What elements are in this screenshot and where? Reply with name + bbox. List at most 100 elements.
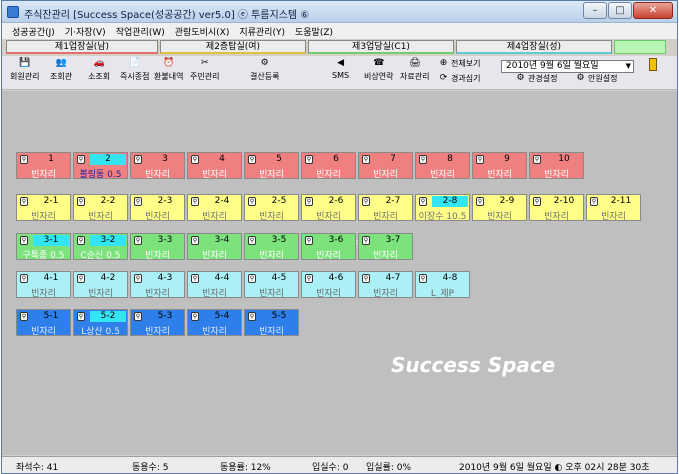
seat-card[interactable]: ⚲ 4-6 빈자리 bbox=[301, 271, 356, 299]
seat-number: 2 bbox=[90, 154, 126, 165]
seat-status: 빈자리 bbox=[259, 212, 284, 222]
seat-card[interactable]: ⚲ 1 빈자리 bbox=[16, 152, 71, 180]
seat-number: 3-2 bbox=[90, 235, 126, 246]
seat-card[interactable]: ⚲ 3-6 빈자리 bbox=[301, 233, 356, 261]
seat-card[interactable]: ⚲ 3-7 빈자리 bbox=[358, 233, 413, 261]
seat-card[interactable]: ⚲ 5-3 빈자리 bbox=[130, 309, 185, 337]
seat-card[interactable]: ⚲ 2-6 빈자리 bbox=[301, 194, 356, 222]
toolbar-button-8[interactable]: ☎ 비상연락 bbox=[364, 58, 393, 82]
seat-card[interactable]: ⚲ 5-4 빈자리 bbox=[187, 309, 242, 337]
seat-status: 빈자리 bbox=[31, 170, 56, 180]
seat-card[interactable]: ⚲ 3-2 C순신 0.5 bbox=[73, 233, 128, 261]
seat-card[interactable]: ⚲ 7 빈자리 bbox=[358, 152, 413, 180]
menu-item-view[interactable]: 관람도비시(X) bbox=[175, 25, 230, 38]
seat-status: 빈자리 bbox=[373, 251, 398, 261]
tab-room-2[interactable]: 제2층탑실(여) bbox=[160, 40, 306, 54]
toolbar-button-11[interactable]: ⟳ 경과심기 bbox=[438, 73, 481, 84]
seat-card[interactable]: ⚲ 3-3 빈자리 bbox=[130, 233, 185, 261]
tab-room-5[interactable] bbox=[614, 40, 666, 54]
toolbar-button-13[interactable]: ⚙ 안원설정 bbox=[575, 73, 617, 84]
seat-card[interactable]: ⚲ 2-7 빈자리 bbox=[358, 194, 413, 222]
seat-card[interactable]: ⚲ 4-1 빈자리 bbox=[16, 271, 71, 299]
seat-number: 5-3 bbox=[157, 311, 173, 321]
toolbar-button-6[interactable]: ⚙ 결산등록 bbox=[250, 58, 279, 82]
seat-card[interactable]: ⚲ 5-1 빈자리 bbox=[16, 309, 71, 337]
menu-item-success-space[interactable]: 성공공간(J) bbox=[12, 25, 55, 38]
menu-item-work[interactable]: 작업관리(W) bbox=[116, 25, 165, 38]
seat-card[interactable]: ⚲ 4-3 빈자리 bbox=[130, 271, 185, 299]
seat-card[interactable]: ⚲ 4-8 L_제P bbox=[415, 271, 470, 299]
toolbar-button-7[interactable]: ◀ SMS bbox=[332, 58, 349, 80]
seat-card[interactable]: ⚲ 4-2 빈자리 bbox=[73, 271, 128, 299]
seat-card[interactable]: ⚲ 4-7 빈자리 bbox=[358, 271, 413, 299]
seat-card[interactable]: ⚲ 3-4 빈자리 bbox=[187, 233, 242, 261]
toolbar-button-4[interactable]: ⏰ 환불내역 bbox=[154, 58, 183, 82]
seat-icon: ⚲ bbox=[419, 155, 427, 164]
close-button[interactable]: ✕ bbox=[633, 2, 673, 19]
seat-card[interactable]: ⚲ 2-4 빈자리 bbox=[187, 194, 242, 222]
seat-icon: ⚲ bbox=[77, 155, 85, 164]
seat-card[interactable]: ⚲ 3-5 빈자리 bbox=[244, 233, 299, 261]
exit-flag-icon[interactable] bbox=[649, 58, 657, 71]
menu-item-basics[interactable]: 기·자장(V) bbox=[65, 25, 106, 38]
seat-card[interactable]: ⚲ 9 빈자리 bbox=[472, 152, 527, 180]
menu-item-data[interactable]: 지류관리(Y) bbox=[239, 25, 285, 38]
seat-card[interactable]: ⚲ 2-10 빈자리 bbox=[529, 194, 584, 222]
title-bar[interactable]: 주식잔관리 [Success Space(성공공간) ver5.0] ⓔ 투름지… bbox=[2, 1, 677, 23]
seat-card[interactable]: ⚲ 2-5 빈자리 bbox=[244, 194, 299, 222]
toolbar-button-2[interactable]: 🚗 소조회 bbox=[88, 58, 110, 82]
toolbar-label: 주민관리 bbox=[190, 72, 220, 81]
tab-room-3[interactable]: 제3업당실(C1) bbox=[308, 40, 454, 54]
seat-card[interactable]: ⚲ 6 빈자리 bbox=[301, 152, 356, 180]
seat-status: 빈자리 bbox=[31, 289, 56, 299]
seat-card[interactable]: ⚲ 2 볼링동 0.5 bbox=[73, 152, 128, 180]
seat-icon: ⚲ bbox=[77, 236, 85, 245]
date-select[interactable]: 2010년 9월 6일 월요일 ▼ bbox=[501, 60, 634, 73]
status-bar: 좌석수: 41 동용수: 5 동용률: 12% 입실수: 0 입실률: 0% 2… bbox=[2, 456, 677, 473]
seat-card[interactable]: ⚲ 2-2 빈자리 bbox=[73, 194, 128, 222]
seat-card[interactable]: ⚲ 5-2 L상산 0.5 bbox=[73, 309, 128, 337]
seat-icon: ⚲ bbox=[20, 197, 28, 206]
seat-card[interactable]: ⚲ 10 빈자리 bbox=[529, 152, 584, 180]
seat-number: 5-2 bbox=[90, 311, 126, 322]
seat-card[interactable]: ⚲ 2-9 빈자리 bbox=[472, 194, 527, 222]
seat-card[interactable]: ⚲ 4 빈자리 bbox=[187, 152, 242, 180]
toolbar-button-1[interactable]: 👥 조회관 bbox=[50, 58, 72, 82]
seat-card[interactable]: ⚲ 8 빈자리 bbox=[415, 152, 470, 180]
seat-status: 빈자리 bbox=[145, 289, 170, 299]
toolbar-button-9[interactable]: 🖨 자료관리 bbox=[400, 58, 429, 82]
seat-status: 빈자리 bbox=[316, 251, 341, 261]
maximize-button[interactable]: □ bbox=[608, 2, 632, 19]
seat-number: 4-6 bbox=[328, 273, 344, 283]
seat-icon: ⚲ bbox=[77, 312, 85, 321]
toolbar-label: 전체보기 bbox=[451, 59, 481, 68]
seat-status: 빈자리 bbox=[544, 170, 569, 180]
menu-item-help[interactable]: 도움말(Z) bbox=[295, 25, 333, 38]
seat-card[interactable]: ⚲ 4-4 빈자리 bbox=[187, 271, 242, 299]
seat-card[interactable]: ⚲ 3 빈자리 bbox=[130, 152, 185, 180]
seat-card[interactable]: ⚲ 2-11 빈자리 bbox=[586, 194, 641, 222]
seat-card[interactable]: ⚲ 5 빈자리 bbox=[244, 152, 299, 180]
minimize-button[interactable]: – bbox=[583, 2, 607, 19]
seat-number: 2-2 bbox=[100, 196, 116, 206]
success-space-watermark: Success Space bbox=[391, 353, 556, 377]
seat-status: 빈자리 bbox=[373, 212, 398, 222]
status-seats: 좌석수: 41 bbox=[16, 463, 59, 473]
toolbar-button-10[interactable]: ⊕ 전체보기 bbox=[438, 58, 481, 69]
seat-icon: ⚲ bbox=[305, 274, 313, 283]
clock-icon: ⏰ bbox=[163, 58, 175, 68]
seat-status: 빈자리 bbox=[487, 212, 512, 222]
toolbar-button-3[interactable]: 📄 즉시종점 bbox=[120, 58, 149, 82]
seat-card[interactable]: ⚲ 5-5 빈자리 bbox=[244, 309, 299, 337]
seat-card[interactable]: ⚲ 2-1 빈자리 bbox=[16, 194, 71, 222]
seat-card[interactable]: ⚲ 2-8 이장수 10.5 bbox=[415, 194, 470, 222]
toolbar-button-5[interactable]: ✂ 주민관리 bbox=[190, 58, 219, 82]
tab-room-4[interactable]: 제4업장실(성) bbox=[456, 40, 612, 54]
seat-card[interactable]: ⚲ 2-3 빈자리 bbox=[130, 194, 185, 222]
toolbar-button-0[interactable]: 💾 회원관리 bbox=[10, 58, 39, 82]
seat-card[interactable]: ⚲ 4-5 빈자리 bbox=[244, 271, 299, 299]
seat-number: 8 bbox=[447, 154, 453, 164]
seat-card[interactable]: ⚲ 3-1 구특종 0.5 bbox=[16, 233, 71, 261]
toolbar-button-12[interactable]: ⚙ 관경설정 bbox=[515, 73, 557, 84]
tab-room-1[interactable]: 제1업장실(남) bbox=[6, 40, 158, 54]
